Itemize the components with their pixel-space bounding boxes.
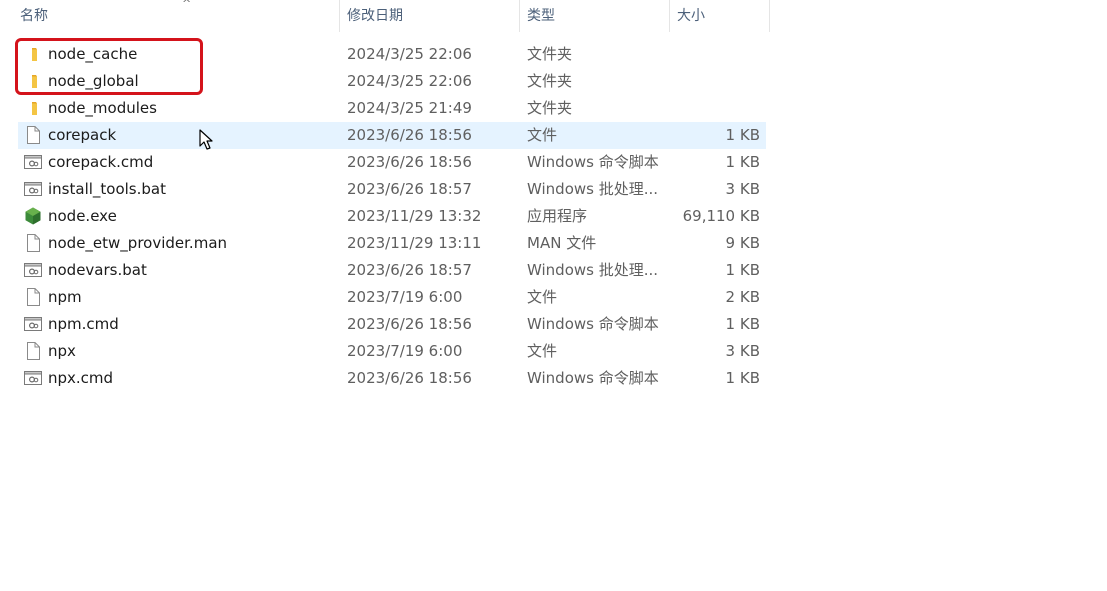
file-icon [27, 288, 40, 306]
script-icon [24, 317, 42, 331]
file-type: 文件 [527, 126, 558, 144]
file-modified-date: 2023/7/19 6:00 [347, 288, 463, 306]
file-modified-date: 2024/3/25 22:06 [347, 72, 472, 90]
file-row[interactable]: npx 2023/7/19 6:00 文件 3 KB [18, 338, 766, 365]
file-icon [27, 126, 40, 144]
file-row[interactable]: node.exe 2023/11/29 13:32 应用程序 69,110 KB [18, 203, 766, 230]
file-modified-date: 2023/6/26 18:57 [347, 261, 472, 279]
file-name: corepack.cmd [48, 153, 154, 171]
file-size: 1 KB [725, 126, 760, 144]
file-type: 文件 [527, 342, 558, 360]
mouse-cursor-icon [199, 129, 213, 150]
column-header-bar: 名称 ^ 修改日期 类型 大小 [0, 0, 770, 32]
file-size: 3 KB [725, 180, 760, 198]
file-name: node_modules [48, 99, 157, 117]
file-size [668, 95, 760, 122]
file-modified-date: 2023/6/26 18:56 [347, 369, 472, 387]
column-header-modified[interactable]: 修改日期 [339, 0, 519, 32]
file-modified-date: 2024/3/25 21:49 [347, 99, 472, 117]
file-size: 1 KB [725, 261, 760, 279]
file-name: nodevars.bat [48, 261, 147, 279]
file-name: npx [48, 342, 76, 360]
column-header-size-label: 大小 [677, 8, 705, 24]
column-header-name-label: 名称 [20, 8, 48, 24]
file-name: node.exe [48, 207, 117, 225]
script-icon [24, 371, 42, 385]
file-modified-date: 2023/6/26 18:57 [347, 180, 472, 198]
red-highlight-box [15, 38, 203, 95]
file-modified-date: 2023/6/26 18:56 [347, 126, 472, 144]
file-modified-date: 2023/11/29 13:11 [347, 234, 482, 252]
script-icon [24, 182, 42, 196]
file-row[interactable]: node_etw_provider.man 2023/11/29 13:11 MAN… [18, 230, 766, 257]
file-type: 文件夹 [527, 99, 573, 117]
file-size: 1 KB [725, 315, 760, 333]
file-type: 文件 [527, 288, 558, 306]
file-type: MAN 文件 [527, 234, 597, 252]
file-modified-date: 2023/6/26 18:56 [347, 153, 472, 171]
file-row[interactable]: npm 2023/7/19 6:00 文件 2 KB [18, 284, 766, 311]
column-header-name[interactable]: 名称 ^ [12, 0, 338, 32]
column-header-modified-label: 修改日期 [347, 8, 403, 24]
file-row[interactable]: corepack 2023/6/26 18:56 文件 1 KB [18, 122, 766, 149]
file-row[interactable]: npm.cmd 2023/6/26 18:56 Windows 命令脚本 1 KB [18, 311, 766, 338]
column-header-type-label: 类型 [527, 8, 555, 24]
file-modified-date: 2023/7/19 6:00 [347, 342, 463, 360]
column-divider[interactable] [769, 0, 770, 32]
file-type: Windows 命令脚本 [527, 369, 659, 387]
file-name: npm.cmd [48, 315, 119, 333]
file-icon [27, 342, 40, 360]
file-modified-date: 2023/6/26 18:56 [347, 315, 472, 333]
file-type: 文件夹 [527, 45, 573, 63]
column-header-type[interactable]: 类型 [519, 0, 669, 32]
file-name: corepack [48, 126, 117, 144]
file-size: 1 KB [725, 153, 760, 171]
sort-ascending-icon: ^ [182, 0, 192, 10]
file-type: 应用程序 [527, 207, 588, 225]
file-type: 文件夹 [527, 72, 573, 90]
file-name: install_tools.bat [48, 180, 166, 198]
file-size: 2 KB [725, 288, 760, 306]
file-row[interactable]: node_modules 2024/3/25 21:49 文件夹 [18, 95, 766, 122]
file-type: Windows 命令脚本 [527, 315, 659, 333]
column-header-size[interactable]: 大小 [669, 0, 769, 32]
file-row[interactable]: corepack.cmd 2023/6/26 18:56 Windows 命令脚本 1… [18, 149, 766, 176]
file-icon [27, 234, 40, 252]
file-modified-date: 2024/3/25 22:06 [347, 45, 472, 63]
file-type: Windows 命令脚本 [527, 153, 659, 171]
nodejs-icon [25, 207, 41, 225]
file-row[interactable]: install_tools.bat 2023/6/26 18:57 Windows … [18, 176, 766, 203]
file-modified-date: 2023/11/29 13:32 [347, 207, 482, 225]
file-row[interactable]: npx.cmd 2023/6/26 18:56 Windows 命令脚本 1 KB [18, 365, 766, 392]
file-size: 69,110 KB [682, 207, 760, 225]
file-size [668, 41, 760, 68]
file-type: Windows 批处理... [527, 261, 659, 279]
file-size: 3 KB [725, 342, 760, 360]
folder-icon [32, 102, 37, 115]
file-size [668, 68, 760, 95]
file-type: Windows 批处理... [527, 180, 659, 198]
file-size: 9 KB [725, 234, 760, 252]
file-size: 1 KB [725, 369, 760, 387]
script-icon [24, 263, 42, 277]
file-name: node_etw_provider.man [48, 234, 228, 252]
file-row[interactable]: nodevars.bat 2023/6/26 18:57 Windows 批处理..… [18, 257, 766, 284]
script-icon [24, 155, 42, 169]
file-name: npm [48, 288, 82, 306]
file-name: npx.cmd [48, 369, 114, 387]
